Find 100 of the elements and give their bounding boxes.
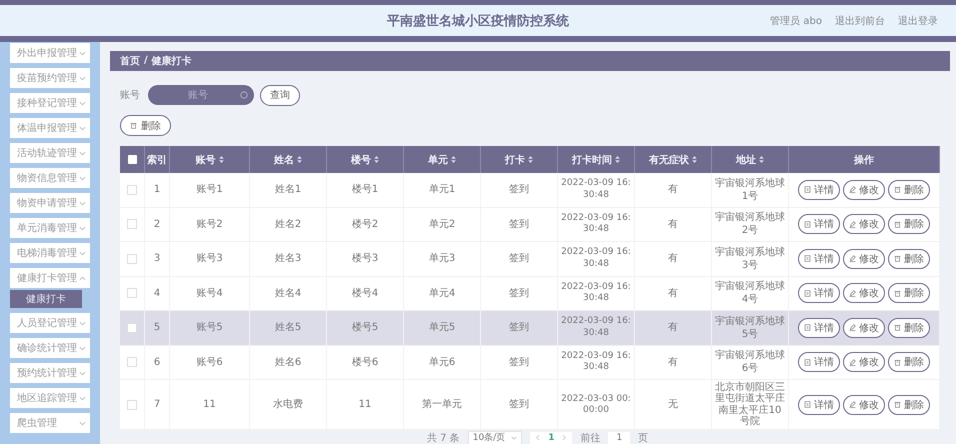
table-cell: 宇宙银河系地球6号 [714,349,786,376]
account-input-field[interactable]: 账号 [148,85,254,106]
row-checkbox[interactable] [127,184,137,195]
sidebar-menu-item[interactable]: 预约统计管理 [10,363,90,383]
sort-icon[interactable] [759,156,764,163]
table-cell: 账号6 [196,356,223,369]
sidebar-menu-item[interactable]: 疫苗预约管理 [10,68,90,88]
query-button[interactable]: 查询 [260,84,300,106]
document-icon [804,358,811,366]
breadcrumb-item[interactable]: 首页 [120,54,140,68]
sidebar-menu-item[interactable]: 确诊统计管理 [10,338,90,358]
row-checkbox[interactable] [127,219,137,230]
edit-button[interactable]: 修改 [843,180,885,200]
chevron-icon [79,250,86,256]
table-cell: 有 [668,218,678,231]
table-cell: 水电费 [273,398,303,410]
column-header[interactable]: 打卡 [505,152,533,166]
delete-button[interactable]: 删除 [888,394,930,414]
table-cell: 姓名1 [274,183,302,196]
edit-button[interactable]: 修改 [843,394,885,414]
detail-button[interactable]: 详情 [798,180,840,200]
sort-icon[interactable] [374,156,379,163]
delete-button[interactable]: 删除 [120,115,171,136]
detail-button[interactable]: 详情 [798,394,840,414]
edit-button[interactable]: 修改 [843,352,885,372]
sidebar-menu-item[interactable]: 人员登记管理 [10,313,90,333]
table-row[interactable]: 5 账号5 姓名5 楼号5 单元5 签到 2022-03-09 16:30:48 有 宇宙银河系地球5号 详情 修改 删除 [120,311,940,346]
table-row[interactable]: 7 11 水电费 11 第一单元 签到 2022-03-03 00:00:00 无 北京市朝阳区三里屯街道太平庄南里太平庄10号院 详情 修改 删除 [120,380,940,430]
column-header[interactable]: 有无症状 [649,152,697,166]
sidebar-menu-item[interactable]: 外出申报管理 [10,43,90,63]
row-checkbox[interactable] [127,357,137,368]
breadcrumb-separator: / [144,55,148,66]
page-suffix: 页 [638,432,648,444]
detail-button[interactable]: 详情 [798,214,840,234]
column-header[interactable]: 账号 [196,152,224,166]
column-header[interactable]: 单元 [428,152,456,166]
table-cell: 签到 [509,252,529,266]
delete-button[interactable]: 删除 [888,214,930,234]
page-number[interactable]: 1 [548,432,554,442]
delete-button[interactable]: 删除 [888,283,930,304]
sort-icon[interactable] [615,156,620,163]
row-checkbox[interactable] [127,288,137,298]
account-label: 账号 [120,88,140,102]
sort-icon[interactable] [692,156,697,163]
trash-icon [894,220,901,228]
column-header[interactable]: 楼号 [351,152,379,166]
select-all-checkbox[interactable] [128,155,136,164]
sidebar-menu-item[interactable]: 爬虫管理 [10,413,90,433]
sidebar-menu-item[interactable]: 接种登记管理 [10,93,90,113]
column-header[interactable]: 打卡时间 [572,152,620,166]
sidebar-menu-item[interactable]: 活动轨迹管理 [10,143,90,163]
column-header[interactable]: 地址 [736,152,764,166]
table-cell: 楼号6 [352,356,378,369]
delete-button[interactable]: 删除 [888,180,930,200]
row-checkbox[interactable] [127,254,137,264]
table-cell: 单元1 [428,183,456,196]
sidebar-subitem[interactable]: 健康打卡 [10,290,82,308]
delete-button[interactable]: 删除 [888,248,930,269]
sidebar-menu-item[interactable]: 电梯消毒管理 [10,243,90,263]
edit-button[interactable]: 修改 [843,214,885,234]
search-icon [240,91,248,100]
sort-icon[interactable] [297,156,302,163]
detail-button[interactable]: 详情 [798,318,840,338]
delete-button[interactable]: 删除 [888,352,930,372]
edit-button[interactable]: 修改 [843,283,885,304]
table-cell: 第一单元 [422,398,462,410]
table-cell: 楼号1 [352,183,378,196]
pencil-icon [849,324,856,332]
header-link[interactable]: 退出登录 [898,14,938,28]
sort-icon[interactable] [451,156,456,163]
edit-button[interactable]: 修改 [843,248,885,269]
sort-icon[interactable] [528,156,533,163]
detail-button[interactable]: 详情 [798,283,840,304]
table-row[interactable]: 3 账号3 姓名3 楼号3 单元3 签到 2022-03-09 16:30:48 有 宇宙银河系地球3号 详情 修改 删除 [120,242,940,276]
table-cell: 楼号5 [352,321,378,334]
row-checkbox[interactable] [127,322,137,333]
column-header[interactable]: 姓名 [274,152,302,166]
sidebar-menu-item[interactable]: 体温申报管理 [10,118,90,138]
edit-button[interactable]: 修改 [843,318,885,338]
detail-button[interactable]: 详情 [798,352,840,372]
sidebar-menu-item[interactable]: 物资申请管理 [10,193,90,213]
goto-label: 前往 [580,432,600,444]
column-header: 索引 [147,154,167,166]
header-link[interactable]: 退出到前台 [835,14,885,28]
table-cell: 5 [154,321,160,334]
table-row[interactable]: 1 账号1 姓名1 楼号1 单元1 签到 2022-03-09 16:30:48 有 宇宙银河系地球1号 详情 修改 删除 [120,173,940,208]
delete-button[interactable]: 删除 [888,318,930,338]
trash-icon [130,122,137,129]
trash-icon [894,186,901,194]
row-checkbox[interactable] [127,400,137,410]
table-cell: 2022-03-09 16:30:48 [560,350,632,374]
goto-page-field[interactable]: 1 [608,432,630,444]
sort-icon[interactable] [218,156,224,163]
detail-button[interactable]: 详情 [798,248,840,269]
page-size-select[interactable]: 10条/页 [468,430,522,444]
table-cell: 2022-03-09 16:30:48 [560,178,632,202]
table-row[interactable]: 2 账号2 姓名2 楼号2 单元2 签到 2022-03-09 16:30:48 有 宇宙银河系地球2号 详情 修改 删除 [120,208,940,242]
table-row[interactable]: 6 账号6 姓名6 楼号6 单元6 签到 2022-03-09 16:30:48 有 宇宙银河系地球6号 详情 修改 删除 [120,346,940,380]
breadcrumb-item: 健康打卡 [152,54,192,68]
table-cell: 宇宙银河系地球5号 [714,314,786,341]
